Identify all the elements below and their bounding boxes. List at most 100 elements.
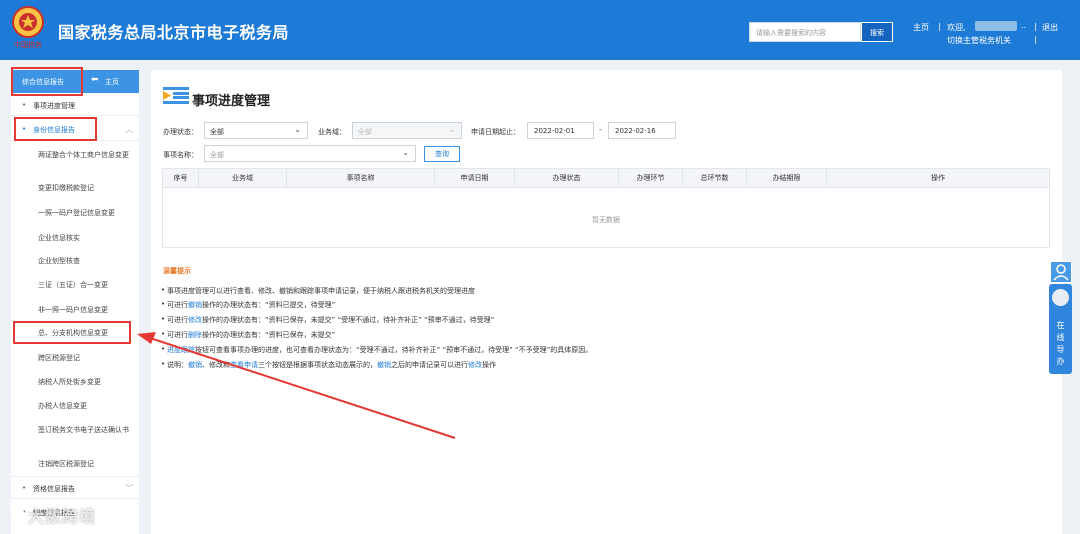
nav-welcome-text: 欢迎, bbox=[947, 23, 966, 32]
column-header[interactable]: 业务域 bbox=[199, 169, 287, 188]
tip-highlight: 修改 bbox=[468, 361, 482, 369]
status-label: 办理状态： bbox=[163, 128, 198, 136]
sidebar-subitem[interactable]: 企业信息核实 bbox=[11, 233, 139, 243]
highlight-box bbox=[14, 117, 97, 141]
sidebar-subitem[interactable]: 注销跨区税源登记 bbox=[11, 459, 139, 469]
nav-home-link[interactable]: 主页 bbox=[913, 22, 929, 33]
tip-text: 之后的申请记录可以进行 bbox=[391, 361, 468, 369]
column-header[interactable]: 事项名称 bbox=[287, 169, 435, 188]
tip-line: • 说明：撤销、修改和查看申请三个按钮是根据事项状态动态展示的，撤销之后的申请记… bbox=[161, 360, 496, 370]
status-value: 全部 bbox=[210, 128, 224, 136]
chevron-down-icon: ⌄ bbox=[294, 125, 301, 134]
agent-icon bbox=[1052, 289, 1069, 306]
bullet-icon: • bbox=[161, 360, 166, 368]
bullet-icon: • bbox=[22, 484, 27, 492]
domain-label: 业务域： bbox=[318, 128, 346, 136]
chevron-down-icon[interactable]: ﹀ bbox=[125, 483, 133, 494]
tip-line: • 可进行撤销操作的办理状态有：“资料已提交，待受理” bbox=[161, 300, 336, 310]
tip-text: 说明： bbox=[167, 361, 188, 369]
bullet-icon: • bbox=[161, 315, 166, 323]
tip-text: 操作 bbox=[482, 361, 496, 369]
highlight-box bbox=[13, 321, 131, 344]
sidebar-home-link[interactable]: 主页 bbox=[105, 77, 119, 87]
tip-text: 事项进度管理可以进行查看、修改、撤销和跟踪事项申请记录，便于纳税人跟进税务机关的… bbox=[167, 287, 475, 295]
bullet-icon: • bbox=[161, 330, 166, 338]
tip-line: • 可进行修改操作的办理状态有：“资料已保存，未提交” “受理不通过，待补齐补正… bbox=[161, 315, 495, 325]
username-redacted bbox=[975, 21, 1017, 31]
table-header: 序号 业务域 事项名称 申请日期 办理状态 办理环节 总环节数 办结期限 操作 bbox=[163, 169, 1049, 188]
sidebar-subitem[interactable]: 两证整合个体工商户信息变更 bbox=[11, 150, 139, 160]
sidebar-item-progress[interactable]: • 事项进度管理 bbox=[11, 101, 139, 111]
tip-text: 、修改和 bbox=[202, 361, 230, 369]
nav-separator: | bbox=[1034, 35, 1037, 44]
chevron-down-icon: ⌄ bbox=[402, 148, 409, 157]
query-button[interactable]: 查询 bbox=[424, 146, 460, 162]
column-header[interactable]: 总环节数 bbox=[683, 169, 747, 188]
sidebar-item-label: 资格信息报告 bbox=[33, 485, 75, 493]
end-date-input[interactable]: 2022-02-16 bbox=[608, 122, 676, 139]
switch-tax-office-link[interactable]: 切换主管税务机关 bbox=[947, 35, 1011, 46]
column-header[interactable]: 办理状态 bbox=[515, 169, 619, 188]
start-date-input[interactable]: 2022-02-01 bbox=[527, 122, 594, 139]
tip-line: • 事项进度管理可以进行查看、修改、撤销和跟踪事项申请记录，便于纳税人跟进税务机… bbox=[161, 286, 475, 296]
tip-highlight: 查看申请 bbox=[230, 361, 258, 369]
item-name-select[interactable]: 全部 ⌄ bbox=[204, 145, 416, 162]
back-arrow-icon[interactable]: ⬅ bbox=[91, 75, 99, 85]
tip-text: 按钮可查看事项办理的进度，也可查看办理状态为：“受理不通过，待补齐补正” “预审… bbox=[195, 346, 593, 354]
site-title: 国家税务总局北京市电子税务局 bbox=[58, 23, 290, 42]
sidebar-item-qualification[interactable]: • 资格信息报告 ﹀ bbox=[11, 484, 139, 494]
status-select[interactable]: 全部 ⌄ bbox=[204, 122, 308, 139]
online-service-button[interactable]: 在线导办 bbox=[1049, 284, 1072, 374]
chevron-down-icon: ⌄ bbox=[448, 125, 455, 134]
sidebar-subitem[interactable]: 非一照一码户信息变更 bbox=[11, 305, 139, 315]
bullet-icon: • bbox=[161, 286, 166, 294]
empty-table-text: 暂无数据 bbox=[592, 216, 620, 224]
date-range-label: 申请日期起止： bbox=[471, 128, 520, 136]
highlight-box bbox=[11, 67, 83, 96]
tip-text: 可进行 bbox=[167, 316, 188, 324]
column-header[interactable]: 操作 bbox=[827, 169, 1049, 188]
nav-ellipsis: .. bbox=[1021, 21, 1027, 30]
tip-highlight: 进度跟踪 bbox=[167, 346, 195, 354]
sidebar-subitem[interactable]: 三证（五证）合一变更 bbox=[11, 280, 139, 290]
search-button[interactable]: 搜索 bbox=[861, 22, 893, 42]
tip-highlight: 撤销 bbox=[377, 361, 391, 369]
tip-highlight: 撤销 bbox=[188, 301, 202, 309]
search-input[interactable]: 请输入需要搜索的内容 bbox=[749, 22, 861, 42]
date-separator: - bbox=[599, 126, 602, 134]
tip-line: • 进度跟踪按钮可查看事项办理的进度，也可查看办理状态为：“受理不通过，待补齐补… bbox=[161, 345, 593, 355]
item-name-label: 事项名称： bbox=[163, 151, 198, 159]
tip-text: 操作的办理状态有：“资料已保存，未提交” bbox=[202, 331, 336, 339]
main-panel: 事项进度管理 办理状态： 全部 ⌄ 业务域： 全部 ⌄ 申请日期起止： 2022… bbox=[151, 70, 1062, 534]
column-header[interactable]: 序号 bbox=[163, 169, 199, 188]
tips-title: 温馨提示 bbox=[163, 267, 191, 275]
domain-select[interactable]: 全部 ⌄ bbox=[352, 122, 462, 139]
logout-link[interactable]: 退出 bbox=[1042, 22, 1058, 33]
tip-text: 操作的办理状态有：“资料已提交，待受理” bbox=[202, 301, 336, 309]
watermark-logo-icon bbox=[10, 505, 24, 519]
tip-text: 操作的办理状态有：“资料已保存，未提交” “受理不通过，待补齐补正” “预审不通… bbox=[202, 316, 495, 324]
sidebar-subitem[interactable]: 纳税人所处街乡变更 bbox=[11, 377, 139, 387]
user-icon[interactable] bbox=[1050, 261, 1072, 283]
sidebar-subitem[interactable]: 一照一码户登记信息变更 bbox=[11, 208, 139, 218]
bullet-icon: • bbox=[22, 101, 27, 109]
item-name-value: 全部 bbox=[210, 151, 224, 159]
column-header[interactable]: 申请日期 bbox=[435, 169, 515, 188]
bullet-icon: • bbox=[161, 300, 166, 308]
nav-separator: | bbox=[938, 22, 941, 31]
domain-value: 全部 bbox=[358, 128, 372, 136]
sidebar-subitem[interactable]: 企业划型核查 bbox=[11, 256, 139, 266]
tip-text: 三个按钮是根据事项状态动态展示的， bbox=[258, 361, 377, 369]
tip-line: • 可进行删除操作的办理状态有：“资料已保存，未提交” bbox=[161, 330, 336, 340]
column-header[interactable]: 办理环节 bbox=[619, 169, 683, 188]
watermark-text: 大数跨境 bbox=[28, 507, 97, 526]
sidebar-subitem[interactable]: 变更扣缴税款登记 bbox=[11, 183, 139, 193]
column-header[interactable]: 办结期限 bbox=[747, 169, 827, 188]
sidebar-subitem[interactable]: 签订税务文书电子送达确认书 bbox=[11, 425, 135, 435]
tip-highlight: 撤销 bbox=[188, 361, 202, 369]
sidebar-subitem[interactable]: 跨区税源登记 bbox=[11, 353, 139, 363]
page-title: 事项进度管理 bbox=[192, 94, 271, 109]
sidebar-subitem[interactable]: 办税人信息变更 bbox=[11, 401, 139, 411]
online-service-label: 在线导办 bbox=[1056, 321, 1065, 366]
chevron-up-icon[interactable]: ︿ bbox=[125, 124, 133, 135]
